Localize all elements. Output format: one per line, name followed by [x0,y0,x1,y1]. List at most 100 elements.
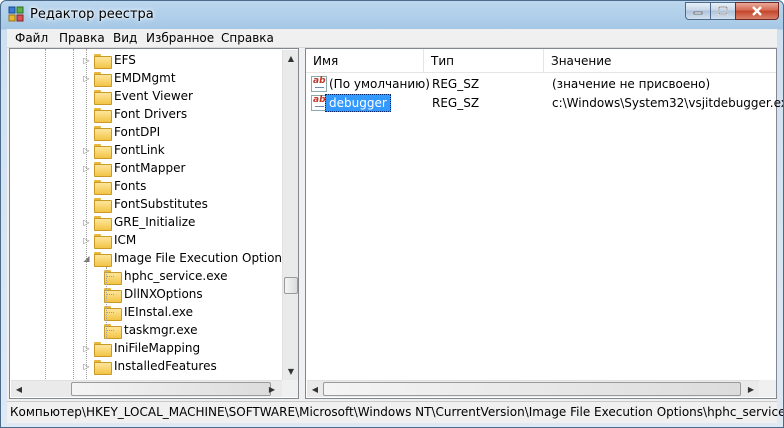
tree-connector-line [106,294,114,295]
tree-node[interactable]: ▷ EFS [82,51,136,69]
menu-bar: Файл Правка Вид Избранное Справка [7,29,777,48]
tree-node-label: FontSubstitutes [114,197,208,211]
tree-node-label: FontLink [114,143,165,157]
column-name[interactable]: Имя [306,49,424,73]
menu-help[interactable]: Справка [221,31,274,45]
tree-connector-line [106,276,114,277]
column-header: Имя Тип Значение [306,49,776,73]
scroll-up-icon[interactable]: ▲ [283,50,299,66]
scroll-down-icon[interactable]: ▼ [283,363,299,379]
row-type: REG_SZ [432,96,480,110]
row-name-editing[interactable]: debugger [325,94,391,112]
tree-connector-line [106,267,107,339]
folder-icon [94,53,112,69]
tree-node-label: IniFileMapping [114,341,201,355]
scroll-left-icon[interactable]: ◀ [307,381,323,397]
tree-node[interactable]: FontDPI [82,123,160,141]
tree-node-label: InstalledFeatures [114,359,217,373]
menu-file[interactable]: Файл [15,31,48,45]
registry-editor-window: Редактор реестра Файл Правка Вид Избранн… [0,0,784,428]
status-bar: Компьютер\HKEY_LOCAL_MACHINE\SOFTWARE\Mi… [7,401,783,423]
maximize-button[interactable] [710,2,736,20]
folder-icon [94,107,112,123]
tree-node-label: FontMapper [114,161,186,175]
status-path: Компьютер\HKEY_LOCAL_MACHINE\SOFTWARE\Mi… [10,405,784,419]
tree-node[interactable]: ▷ FontMapper [82,159,185,177]
list-row[interactable]: ab (По умолчанию) REG_SZ (значение не пр… [306,75,776,94]
tree-node[interactable]: Event Viewer [82,87,193,105]
tree-scroll-thumb[interactable] [284,277,298,294]
tree-node[interactable]: ▷ IniFileMapping [82,339,200,357]
close-button[interactable] [735,2,779,20]
list-hscroll-thumb[interactable] [323,382,741,396]
scroll-right-icon[interactable]: ▶ [743,381,759,397]
folder-icon [94,179,112,195]
tree-node-label: ICM [114,233,137,247]
scroll-right-icon[interactable]: ▶ [264,381,280,397]
column-type[interactable]: Тип [424,49,544,73]
values-list[interactable]: Имя Тип Значение ab (По умолчанию) REG_S… [305,48,783,399]
folder-icon [94,71,112,87]
folder-icon [94,89,112,105]
window-title: Редактор реестра [30,7,154,22]
folder-icon [94,161,112,177]
scrollbar-corner [282,380,298,397]
tree-node[interactable]: ▷ EMDMgmt [82,69,176,87]
menu-view[interactable]: Вид [113,31,137,45]
tree-node[interactable]: Font Drivers [82,105,187,123]
registry-tree[interactable]: ▷ EFS ▷ EMDMgmt Event Viewer Font Drivers Font… [9,48,299,399]
title-bar[interactable]: Редактор реестра [1,1,783,28]
row-value: c:\Windows\System32\vsjitdebugger.exe [552,96,784,110]
tree-child-node[interactable]: IEInstal.exe [104,303,193,321]
row-name: (По умолчанию) [329,77,430,91]
menu-edit[interactable]: Правка [59,31,105,45]
maximize-icon [718,6,728,15]
tree-horizontal-scrollbar[interactable]: ◀ ▶ [11,380,282,397]
tree-node[interactable]: ▷ FontLink [82,141,165,159]
tree-connector-line [45,49,46,379]
tree-node-label: taskmgr.exe [124,323,198,337]
tree-node-label: IEInstal.exe [124,305,194,319]
folder-icon [94,215,112,231]
tree-node[interactable]: ▷ ICM [82,231,136,249]
tree-node-label: FontDPI [114,125,161,139]
list-row-selected[interactable]: ab debugger REG_SZ c:\Windows\System32\v… [306,94,783,113]
folder-icon [94,143,112,159]
folder-icon [94,125,112,141]
tree-node[interactable]: ◢ Image File Execution Options [82,249,288,267]
client-area: ▷ EFS ▷ EMDMgmt Event Viewer Font Drivers Font… [7,48,783,401]
tree-node[interactable]: Fonts [82,177,146,195]
close-icon [752,6,762,16]
minimize-icon [693,11,703,15]
folder-icon [94,359,112,375]
column-value[interactable]: Значение [544,49,776,73]
tree-hscroll-thumb[interactable] [71,382,271,396]
tree-node-label: EMDMgmt [114,71,176,85]
tree-node-label: Font Drivers [114,107,188,121]
tree-vertical-scrollbar[interactable]: ▲ ▼ [282,50,298,380]
row-type: REG_SZ [432,77,480,91]
string-value-glyph: ab [313,95,326,105]
folder-icon [94,251,112,267]
folder-icon [94,197,112,213]
menu-favorites[interactable]: Избранное [146,31,214,45]
list-horizontal-scrollbar[interactable]: ◀ ▶ [307,380,759,397]
tree-node-label: EFS [114,53,136,67]
minimize-button[interactable] [685,2,711,20]
tree-node[interactable]: FontSubstitutes [82,195,208,213]
registry-editor-icon [8,6,24,22]
tree-child-node[interactable]: DllNXOptions [104,285,203,303]
tree-child-node[interactable]: taskmgr.exe [104,321,198,339]
tree-node-label: DllNXOptions [124,287,203,301]
tree-node[interactable]: ▷ GRE_Initialize [82,213,195,231]
tree-node[interactable]: ▷ InstalledFeatures [82,357,217,375]
scroll-left-icon[interactable]: ◀ [11,381,27,397]
tree-connector-line [106,312,114,313]
tree-node-label: Event Viewer [114,89,193,103]
string-value-glyph: ab [313,76,326,86]
tree-connector-line [106,330,114,331]
tree-connector-line [73,49,74,379]
string-value-icon: ab [311,76,327,92]
tree-child-node[interactable]: hphc_service.exe [104,267,228,285]
tree-node-label: Image File Execution Options [114,251,289,265]
